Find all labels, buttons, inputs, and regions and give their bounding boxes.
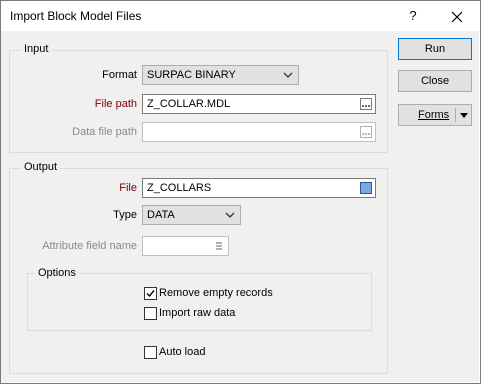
browse-icon[interactable]	[360, 126, 372, 138]
data-file-path-field[interactable]	[142, 122, 376, 142]
format-select[interactable]: SURPAC BINARY	[142, 65, 299, 85]
auto-load-label[interactable]: Auto load	[159, 346, 205, 358]
file-picker-icon[interactable]	[360, 182, 372, 194]
file-path-value: Z_COLLAR.MDL	[147, 98, 231, 110]
output-file-value: Z_COLLARS	[147, 182, 212, 194]
file-label: File	[119, 182, 137, 194]
attribute-field-name-label: Attribute field name	[42, 240, 137, 252]
output-file-field[interactable]: Z_COLLARS	[142, 178, 376, 198]
dropdown-arrow-icon[interactable]	[460, 113, 468, 119]
chevron-down-icon	[225, 212, 235, 218]
dialog-body: Input Format SURPAC BINARY File path Z_C…	[1, 31, 479, 382]
auto-load-checkbox[interactable]	[144, 346, 157, 359]
close-icon[interactable]	[447, 7, 467, 27]
help-button[interactable]: ?	[405, 6, 421, 26]
browse-icon[interactable]	[360, 98, 372, 110]
close-button[interactable]: Close	[398, 70, 472, 92]
window-title: Import Block Model Files	[10, 9, 142, 23]
import-raw-data-label[interactable]: Import raw data	[159, 307, 235, 319]
forms-button-label: Forms	[418, 109, 450, 121]
split-divider	[455, 108, 456, 122]
attribute-field-name-field[interactable]	[142, 236, 229, 256]
remove-empty-records-checkbox[interactable]	[144, 287, 157, 300]
options-group	[27, 273, 372, 331]
format-label: Format	[102, 69, 137, 81]
checkmark-icon	[146, 290, 155, 298]
input-group-label: Input	[21, 43, 52, 55]
run-button[interactable]: Run	[398, 38, 472, 60]
type-select[interactable]: DATA	[142, 205, 241, 225]
remove-empty-records-label[interactable]: Remove empty records	[159, 287, 273, 299]
file-path-field[interactable]: Z_COLLAR.MDL	[142, 94, 376, 114]
type-label: Type	[113, 209, 137, 221]
data-file-path-label: Data file path	[72, 126, 137, 138]
title-bar: Import Block Model Files ?	[1, 1, 480, 32]
chevron-down-icon	[283, 72, 293, 78]
import-raw-data-checkbox[interactable]	[144, 307, 157, 320]
list-icon[interactable]	[213, 240, 225, 252]
file-path-label: File path	[94, 98, 137, 110]
format-value: SURPAC BINARY	[147, 69, 236, 81]
output-group-label: Output	[21, 161, 61, 173]
options-group-label: Options	[35, 267, 79, 279]
forms-button[interactable]: Forms	[398, 104, 472, 126]
type-value: DATA	[147, 209, 175, 221]
